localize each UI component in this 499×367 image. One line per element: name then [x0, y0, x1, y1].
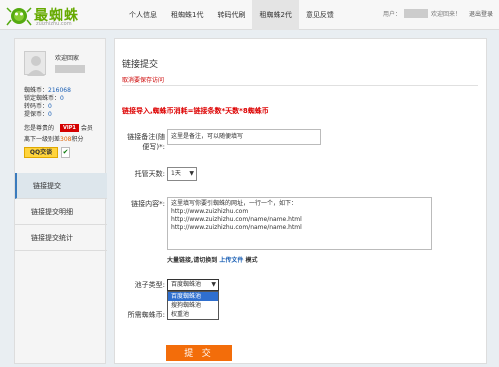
- remark-label: 链接备注(随便写)*:: [127, 133, 165, 151]
- vip-line: 您是尊贵的 VIP1 会员: [24, 123, 93, 132]
- days-select[interactable]: 1天 ▼: [167, 167, 197, 181]
- content-line: http://www.zuizhizhu.com/name/name.html: [171, 216, 302, 223]
- nav-personal-info[interactable]: 个人信息: [122, 0, 164, 30]
- vip-badge: VIP1: [60, 123, 79, 132]
- submit-button[interactable]: 提 交: [166, 345, 232, 361]
- site-logo[interactable]: 最蜘蛛 zuizhizhu.com: [6, 2, 106, 28]
- pool-option-weight[interactable]: 权重池: [168, 310, 218, 319]
- next-level-line: 离下一级别差308积分: [24, 136, 84, 143]
- sidebar-item-submit-stats[interactable]: 链接提交统计: [15, 225, 107, 251]
- sidebar-username-redacted: [55, 65, 85, 73]
- cost-rule: 链接导入,蜘蛛币消耗=链接条数*天数*8蜘蛛币: [122, 107, 269, 115]
- stat-guarantee-coin: 提保币：0: [24, 111, 52, 118]
- nav-rent-spider-1[interactable]: 租蜘蛛1代: [164, 0, 210, 30]
- link-content-textarea[interactable]: 这里填写你要引蜘蛛的网址，一行一个，如下： http://www.zuizhiz…: [167, 197, 432, 250]
- divider: [122, 85, 478, 86]
- username-redacted: [403, 9, 428, 18]
- pool-label: 池子类型:: [134, 281, 165, 289]
- upload-mode-hint: 大量链接,请切换到 上传文件 模式: [167, 257, 258, 264]
- spider-logo-icon: [6, 7, 32, 26]
- chevron-down-icon: ▼: [189, 170, 194, 177]
- pool-type-dropdown: 百度蜘蛛池 搜狗蜘蛛池 权重池: [167, 291, 219, 320]
- sidebar-item-link-submit[interactable]: 链接提交: [15, 173, 107, 199]
- content-label: 链接内容*:: [131, 200, 165, 208]
- upload-file-link[interactable]: 上传文件: [219, 257, 243, 264]
- logo-subtext: zuizhizhu.com: [36, 21, 72, 27]
- pool-option-baidu[interactable]: 百度蜘蛛池: [168, 292, 218, 301]
- content-line: 这里填写你要引蜘蛛的网址，一行一个，如下：: [171, 200, 298, 207]
- sidebar-welcome: 欢迎回家: [55, 55, 80, 62]
- logout-link[interactable]: 退出登录: [469, 9, 493, 18]
- main-panel: 链接提交 取消要保存访问 链接导入,蜘蛛币消耗=链接条数*天数*8蜘蛛币 链接备…: [114, 38, 487, 364]
- sidebar-menu: 链接提交 链接提交明细 链接提交统计: [15, 173, 107, 251]
- user-bar: 用户： 欢迎回来！ 退出登录: [383, 9, 493, 18]
- sidebar: 欢迎回家 蜘蛛币：216068 锁定蜘蛛币：0 转码币：0 提保币：0 您是尊贵…: [14, 38, 107, 364]
- days-label: 托管天数:: [134, 170, 165, 178]
- qq-chat-button[interactable]: QQ交谈: [24, 147, 58, 158]
- top-header: 最蜘蛛 zuizhizhu.com 个人信息 租蜘蛛1代 转码代刷 租蜘蛛2代 …: [0, 0, 499, 30]
- remark-input[interactable]: 这里是备注，可以随便填写: [167, 129, 321, 145]
- pool-option-sogou[interactable]: 搜狗蜘蛛池: [168, 301, 218, 310]
- content-line: http://www.zuizhizhu.com/name/name.html: [171, 224, 302, 231]
- checkmark-icon: ✔: [61, 147, 70, 158]
- nav-rent-spider-2[interactable]: 租蜘蛛2代: [252, 0, 299, 30]
- welcome-back-text: 欢迎回来！: [430, 11, 461, 18]
- sidebar-item-submit-details[interactable]: 链接提交明细: [15, 199, 107, 225]
- cost-label: 所需蜘蛛币:: [127, 311, 165, 319]
- nav-feedback[interactable]: 意见反馈: [299, 0, 341, 30]
- page-desc: 取消要保存访问: [122, 77, 165, 84]
- user-prefix: 用户：: [382, 11, 401, 18]
- page-title: 链接提交: [122, 60, 159, 70]
- chevron-down-icon: ▼: [211, 281, 216, 288]
- content-line: http://www.zuizhizhu.com: [171, 208, 249, 215]
- avatar: [24, 51, 46, 76]
- nav-transcode[interactable]: 转码代刷: [210, 0, 252, 30]
- pool-type-select[interactable]: 百度蜘蛛池 ▼: [167, 279, 219, 291]
- user-avatar-icon: [27, 56, 45, 76]
- main-nav: 个人信息 租蜘蛛1代 转码代刷 租蜘蛛2代 意见反馈: [122, 0, 341, 30]
